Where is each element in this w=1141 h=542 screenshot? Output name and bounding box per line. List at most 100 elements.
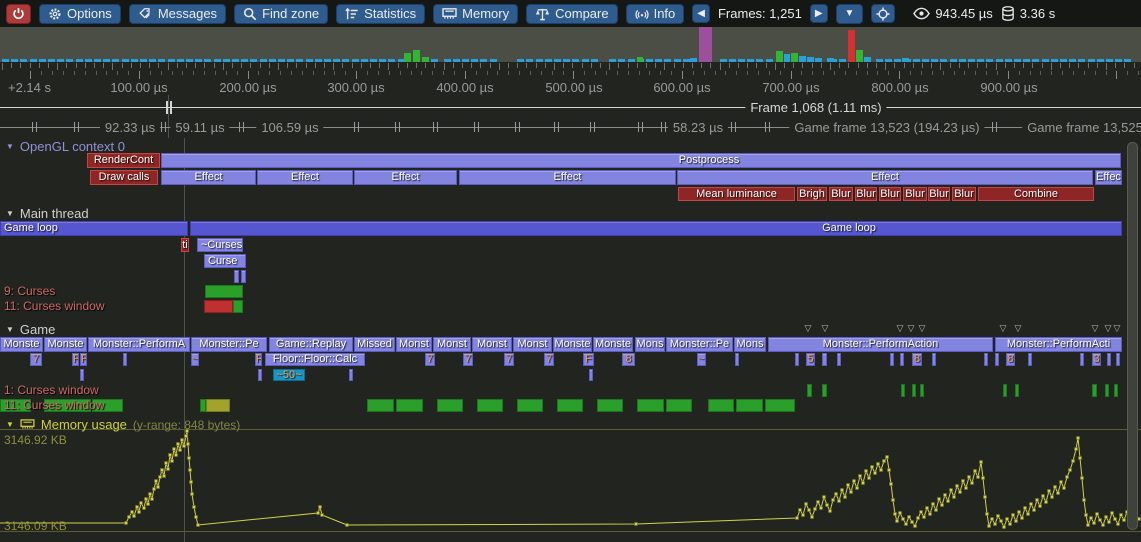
frame-time-bar[interactable] <box>977 59 984 62</box>
collapse-triangle-icon[interactable]: ▼ <box>6 326 14 334</box>
lock-bar[interactable] <box>912 384 916 397</box>
zone-bar[interactable]: Blur <box>879 187 901 201</box>
selected-frame-region[interactable] <box>699 27 712 62</box>
zone-bar[interactable]: 7 <box>30 353 42 366</box>
zone-bar[interactable] <box>123 353 127 366</box>
frame-time-bar[interactable] <box>690 58 697 62</box>
lock-bar[interactable] <box>765 399 795 412</box>
frame-time-bar[interactable] <box>986 59 993 62</box>
frame-time-bar[interactable] <box>950 59 957 62</box>
zone-bar[interactable] <box>80 369 84 381</box>
frame-time-bar[interactable] <box>195 59 202 62</box>
lock-bar[interactable] <box>1015 384 1019 397</box>
frame-time-bar[interactable] <box>471 59 478 62</box>
frame-time-bar[interactable] <box>885 59 892 62</box>
frame-time-bar[interactable] <box>563 59 570 62</box>
frame-time-bar[interactable] <box>404 53 411 62</box>
collapse-triangle-icon[interactable]: ▼ <box>6 210 14 218</box>
frame-histogram[interactable] <box>0 27 1141 62</box>
zone-bar[interactable]: Mons <box>734 337 766 352</box>
zone-bar[interactable]: Effec <box>1095 170 1122 185</box>
zone-bar[interactable]: Combine <box>978 187 1094 201</box>
frame-time-bar[interactable] <box>784 54 790 62</box>
zone-bar[interactable] <box>795 353 799 366</box>
frame-time-bar[interactable] <box>683 59 690 62</box>
lock-bar[interactable] <box>1114 384 1118 397</box>
zone-bar[interactable] <box>1028 353 1032 366</box>
zone-bar[interactable]: Monster::PerformActi <box>995 337 1122 352</box>
zone-bar[interactable] <box>1080 353 1084 366</box>
lock-bar[interactable] <box>736 399 763 412</box>
frame-time-bar[interactable] <box>361 59 368 62</box>
lock-bar[interactable] <box>708 399 734 412</box>
frame-time-bar[interactable] <box>352 59 359 62</box>
zone-bar[interactable]: ~50~ <box>273 369 305 381</box>
frame-time-bar[interactable] <box>333 59 340 62</box>
zone-bar[interactable]: F <box>72 353 79 366</box>
lock-bar[interactable] <box>517 399 543 412</box>
lock-bar[interactable] <box>1003 384 1007 397</box>
frame-time-bar[interactable] <box>85 59 92 62</box>
frame-time-bar[interactable] <box>444 59 451 62</box>
frame-time-bar[interactable] <box>1005 59 1012 62</box>
frame-time-bar[interactable] <box>894 59 901 62</box>
lock-bar[interactable] <box>597 399 623 412</box>
zone-bar[interactable]: Monste <box>553 337 592 352</box>
frame-time-bar[interactable] <box>876 59 883 62</box>
zone-bar[interactable] <box>837 353 841 366</box>
frame-span-label[interactable]: Frame 1,068 (1.11 ms) <box>745 100 886 115</box>
zone-bar[interactable]: ti <box>181 238 189 252</box>
frame-time-bar[interactable] <box>462 59 469 62</box>
zone-bar[interactable]: Effect <box>677 170 1093 185</box>
frame-time-bar[interactable] <box>158 59 165 62</box>
lock-bar[interactable] <box>204 300 233 313</box>
zone-bar[interactable] <box>1116 353 1120 366</box>
frame-time-bar[interactable] <box>296 59 303 62</box>
zone-bar[interactable]: Blur <box>952 187 976 201</box>
game-frame-label[interactable]: 106.59 µs <box>256 120 323 135</box>
frame-time-bar[interactable] <box>931 59 938 62</box>
vertical-scrollbar-thumb[interactable] <box>1127 142 1138 530</box>
zone-bar[interactable]: 7 <box>504 353 514 366</box>
frame-time-bar[interactable] <box>1051 59 1058 62</box>
frame-time-bar[interactable] <box>112 59 119 62</box>
frame-time-bar[interactable] <box>250 59 257 62</box>
zone-bar[interactable]: Monst <box>433 337 471 352</box>
zone-bar[interactable]: Mons <box>635 337 665 352</box>
zone-bar[interactable]: Monst <box>513 337 552 352</box>
lock-bar[interactable] <box>807 384 812 397</box>
zone-bar[interactable]: Monste <box>593 337 633 352</box>
zone-bar[interactable]: 5 <box>806 353 815 366</box>
lock-bar[interactable] <box>666 399 692 412</box>
zone-bar[interactable] <box>735 353 739 366</box>
zone-bar[interactable]: Monster::PerformA <box>88 337 190 352</box>
frame-time-bar[interactable] <box>720 59 727 62</box>
frame-time-bar[interactable] <box>480 59 487 62</box>
frame-time-bar[interactable] <box>628 59 635 62</box>
memory-button[interactable]: Memory <box>433 4 518 24</box>
frame-time-bar[interactable] <box>30 59 37 62</box>
frame-time-bar[interactable] <box>674 59 681 62</box>
zone-bar[interactable]: 8 <box>912 353 922 366</box>
frame-time-bar[interactable] <box>940 59 947 62</box>
power-button[interactable] <box>6 4 31 24</box>
zone-bar[interactable]: Blur <box>829 187 853 201</box>
statistics-button[interactable]: Statistics <box>336 4 425 24</box>
zone-bar[interactable]: Monster::Pe <box>666 337 733 352</box>
frame-time-bar[interactable] <box>545 59 552 62</box>
frame-time-bar[interactable] <box>856 50 863 62</box>
frame-time-bar[interactable] <box>1115 59 1122 62</box>
zone-bar[interactable]: Curse <box>204 254 246 268</box>
frame-time-bar[interactable] <box>807 57 814 62</box>
info-button[interactable]: Info <box>626 4 685 24</box>
frame-time-bar[interactable] <box>388 59 395 62</box>
message-marker-icon[interactable]: ▽ <box>897 324 904 333</box>
section-header-memory[interactable]: ▼ Memory usage (y-range: 848 bytes) <box>6 417 240 432</box>
frame-time-bar[interactable] <box>959 59 966 62</box>
frame-time-bar[interactable] <box>413 50 420 62</box>
compare-button[interactable]: Compare <box>526 4 617 24</box>
frame-time-bar[interactable] <box>968 59 975 62</box>
frame-time-bar[interactable] <box>122 59 129 62</box>
zone-bar[interactable]: Monst <box>396 337 432 352</box>
lock-bar[interactable] <box>367 399 394 412</box>
